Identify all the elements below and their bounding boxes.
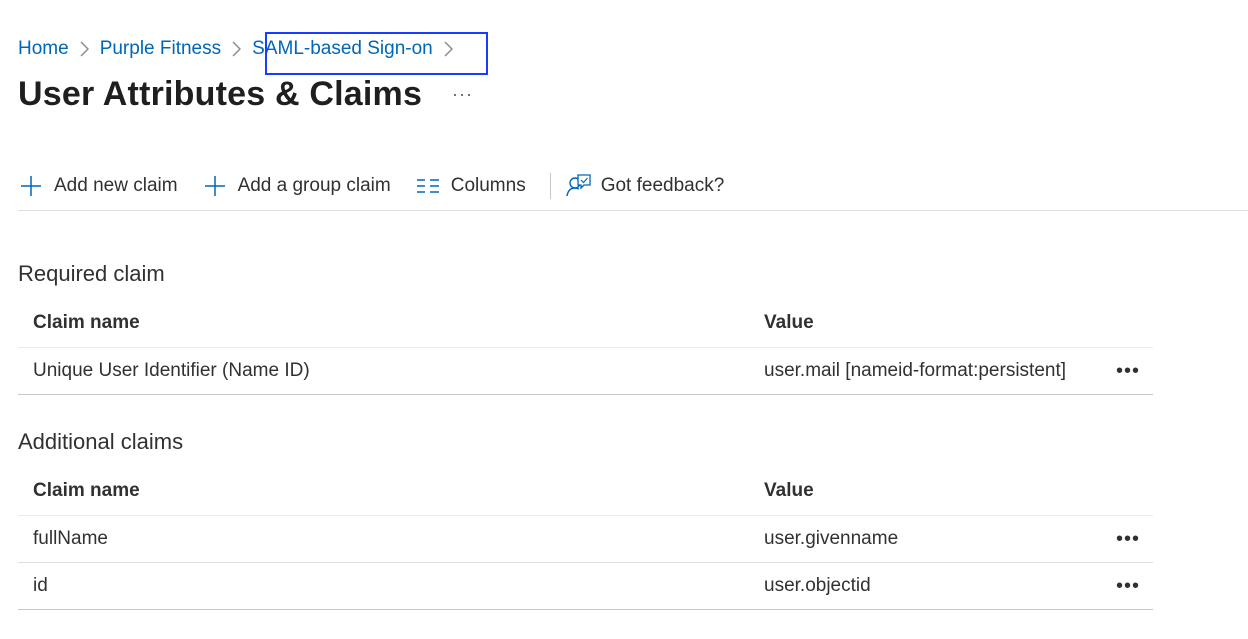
breadcrumb-purple-fitness[interactable]: Purple Fitness	[100, 38, 221, 60]
claim-name-cell: Unique User Identifier (Name ID)	[33, 360, 310, 381]
page: Home Purple Fitness SAML-based Sign-on U…	[0, 0, 1248, 639]
claim-value-cell: user.givenname	[764, 528, 899, 549]
toolbar-divider	[549, 173, 551, 199]
required-claim-table: Claim name Value Unique User Identifier …	[18, 298, 1153, 395]
breadcrumb-saml-sign-on[interactable]: SAML-based Sign-on	[252, 38, 433, 60]
columns-label: Columns	[450, 175, 526, 196]
breadcrumb: Home Purple Fitness SAML-based Sign-on	[18, 36, 464, 62]
add-new-claim-label: Add new claim	[54, 175, 178, 196]
required-claim-heading: Required claim	[18, 261, 165, 286]
value-column-header[interactable]: Value	[764, 312, 1103, 334]
value-column-header[interactable]: Value	[764, 480, 1103, 502]
additional-claims-heading: Additional claims	[18, 429, 184, 454]
claim-name-cell: id	[33, 575, 48, 596]
add-group-claim-button[interactable]: Add a group claim	[202, 164, 403, 208]
feedback-button[interactable]: Got feedback?	[565, 164, 737, 208]
table-header-row: Claim name Value	[18, 298, 1153, 348]
claim-name-column-header[interactable]: Claim name	[18, 312, 764, 334]
table-row[interactable]: Unique User Identifier (Name ID) user.ma…	[18, 348, 1153, 395]
feedback-icon	[565, 173, 591, 199]
claim-name-column-header[interactable]: Claim name	[18, 480, 764, 502]
chevron-right-icon	[232, 41, 242, 57]
additional-claims-table: Claim name Value fullName user.givenname…	[18, 466, 1153, 610]
more-options-button[interactable]: ···	[452, 84, 473, 105]
chevron-right-icon	[444, 41, 453, 57]
claim-value-cell: user.mail [nameid-format:persistent]	[764, 360, 1067, 381]
add-new-claim-button[interactable]: Add new claim	[18, 164, 190, 208]
claim-value-cell: user.objectid	[764, 575, 871, 596]
page-title: User Attributes & Claims	[18, 75, 423, 113]
row-more-button[interactable]: •••	[1103, 528, 1153, 551]
columns-button[interactable]: Columns	[415, 164, 538, 208]
command-bar: Add new claim Add a group claim Columns	[18, 164, 1248, 211]
feedback-label: Got feedback?	[600, 175, 725, 196]
breadcrumb-home[interactable]: Home	[18, 38, 69, 60]
table-row[interactable]: fullName user.givenname •••	[18, 516, 1153, 563]
row-more-button[interactable]: •••	[1103, 575, 1153, 598]
row-more-button[interactable]: •••	[1103, 360, 1153, 383]
add-group-claim-label: Add a group claim	[237, 175, 391, 196]
plus-icon	[18, 173, 44, 199]
claim-name-cell: fullName	[33, 528, 108, 549]
plus-icon	[202, 173, 228, 199]
table-row[interactable]: id user.objectid •••	[18, 563, 1153, 610]
chevron-right-icon	[80, 41, 89, 57]
table-header-row: Claim name Value	[18, 466, 1153, 516]
columns-icon	[415, 173, 441, 199]
